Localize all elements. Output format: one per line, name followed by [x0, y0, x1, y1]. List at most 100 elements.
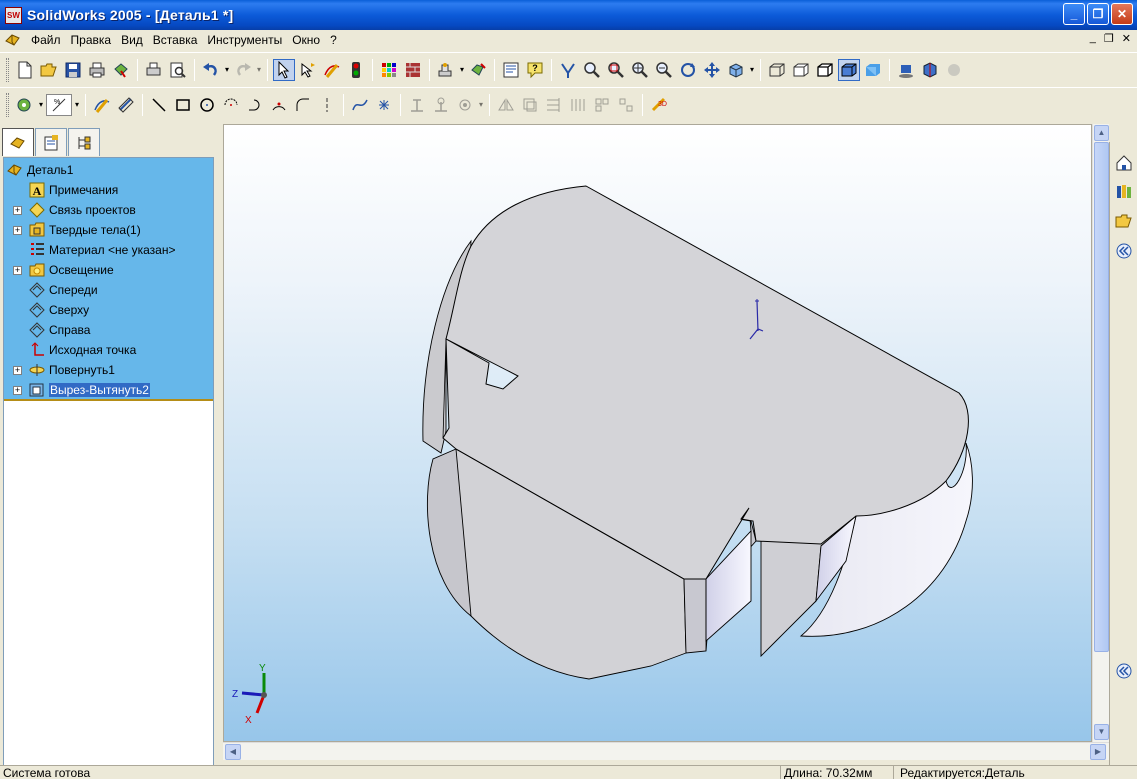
color-icon[interactable] [378, 59, 400, 81]
scroll-thumb[interactable] [1094, 142, 1109, 652]
linear-pattern-icon[interactable] [591, 94, 613, 116]
tree-item-lighting[interactable]: + Освещение [4, 260, 213, 280]
vertical-scrollbar[interactable]: ▲ ▼ [1092, 124, 1109, 742]
menu-window[interactable]: Окно [287, 30, 325, 50]
menu-insert[interactable]: Вставка [148, 30, 203, 50]
help-icon[interactable]: ? [524, 59, 546, 81]
shaded-with-edges-icon[interactable] [838, 58, 861, 81]
shaded-icon[interactable] [862, 59, 884, 81]
toolbar-grip[interactable] [6, 57, 9, 82]
fillet-icon[interactable] [292, 94, 314, 116]
document-menu-icon[interactable] [4, 32, 22, 48]
maximize-button[interactable]: ❐ [1087, 3, 1109, 25]
scroll-right-button[interactable]: ▶ [1090, 744, 1106, 760]
tree-item-material[interactable]: Материал <не указан> [4, 240, 213, 260]
trim-icon[interactable] [519, 94, 541, 116]
rebuild-icon[interactable] [110, 59, 132, 81]
close-button[interactable]: ✕ [1111, 3, 1133, 25]
shadow-icon[interactable] [895, 59, 917, 81]
expand-icon[interactable]: + [13, 205, 22, 215]
smart-select-icon[interactable] [297, 59, 319, 81]
expand-icon[interactable]: + [13, 365, 22, 375]
properties-icon[interactable] [500, 59, 522, 81]
tree-item-design-binder[interactable]: + Связь проектов [4, 200, 213, 220]
redo-icon[interactable] [232, 59, 254, 81]
tree-item-top-plane[interactable]: Сверху [4, 300, 213, 320]
tree-item-origin[interactable]: Исходная точка [4, 340, 213, 360]
expand-icon[interactable]: + [13, 225, 22, 235]
graphics-area[interactable]: Y Z X [223, 124, 1092, 742]
zoom-to-fit-icon[interactable] [581, 59, 603, 81]
new-icon[interactable] [14, 59, 36, 81]
centerline-icon[interactable] [316, 94, 338, 116]
doc-restore-button[interactable]: ❐ [1104, 32, 1114, 45]
options-icon[interactable] [435, 59, 457, 81]
offset-icon[interactable] [567, 94, 589, 116]
center-arc-icon[interactable] [220, 94, 242, 116]
sketch-icon[interactable] [91, 94, 113, 116]
zoom-area-icon[interactable] [605, 59, 627, 81]
zoom-selection-icon[interactable] [653, 59, 675, 81]
menu-tools[interactable]: Инструменты [202, 30, 287, 50]
traffic-light-icon[interactable] [345, 59, 367, 81]
circular-pattern-icon[interactable] [615, 94, 637, 116]
title-bar[interactable]: SW SolidWorks 2005 - [Деталь1 *] _ ❐ ✕ [0, 0, 1137, 30]
tree-item-part[interactable]: Деталь1 [4, 160, 213, 180]
display-relations-icon[interactable] [430, 94, 452, 116]
feature-tree-tab[interactable] [2, 128, 34, 156]
collapse-icon[interactable] [1113, 240, 1135, 262]
file-explorer-icon[interactable] [1113, 210, 1135, 232]
menu-view[interactable]: Вид [116, 30, 148, 50]
zoom-in-out-icon[interactable] [629, 59, 651, 81]
undo-icon[interactable] [200, 59, 222, 81]
model-view[interactable]: Y Z X [224, 125, 1092, 742]
scroll-up-button[interactable]: ▲ [1094, 125, 1109, 141]
print-preview-icon[interactable] [143, 59, 165, 81]
view-orientation-icon[interactable] [725, 59, 747, 81]
menu-edit[interactable]: Правка [66, 30, 117, 50]
tree-item-cut-extrude[interactable]: + Вырез-Вытянуть2 [4, 380, 213, 400]
rotate-icon[interactable] [677, 59, 699, 81]
reload-icon[interactable] [467, 59, 489, 81]
expand-icon[interactable]: + [13, 385, 22, 395]
section-view-icon[interactable] [919, 59, 941, 81]
scroll-left-button[interactable]: ◀ [225, 744, 241, 760]
expand-icon[interactable] [1113, 660, 1135, 682]
pan-icon[interactable] [701, 59, 723, 81]
doc-close-button[interactable]: ✕ [1122, 32, 1131, 45]
texture-icon[interactable] [402, 59, 424, 81]
open-icon[interactable] [38, 59, 60, 81]
resources-icon[interactable] [1113, 152, 1135, 174]
spline-icon[interactable] [349, 94, 371, 116]
dimension-icon[interactable] [115, 94, 137, 116]
configuration-manager-tab[interactable] [68, 128, 100, 156]
tree-item-revolve[interactable]: + Повернуть1 [4, 360, 213, 380]
perspective-icon[interactable] [943, 59, 965, 81]
design-library-icon[interactable] [1113, 180, 1135, 202]
property-manager-tab[interactable] [35, 128, 67, 156]
hidden-lines-removed-icon[interactable] [814, 59, 836, 81]
hidden-lines-visible-icon[interactable] [790, 59, 812, 81]
extend-icon[interactable] [543, 94, 565, 116]
circle-icon[interactable] [196, 94, 218, 116]
tree-item-right-plane[interactable]: Справа [4, 320, 213, 340]
solidworks-app-icon[interactable]: SW [5, 6, 22, 24]
rapid-sketch-icon[interactable]: 3D [648, 94, 670, 116]
tangent-arc-icon[interactable] [244, 94, 266, 116]
minimize-button[interactable]: _ [1063, 3, 1085, 25]
menu-help[interactable]: ? [325, 30, 342, 50]
view-selector-icon[interactable] [557, 59, 579, 81]
rectangle-icon[interactable] [172, 94, 194, 116]
wireframe-icon[interactable] [766, 59, 788, 81]
point-icon[interactable] [373, 94, 395, 116]
horizontal-scrollbar[interactable]: ◀ ▶ [223, 742, 1109, 760]
menu-file[interactable]: Файл [26, 30, 66, 50]
tree-item-front-plane[interactable]: Спереди [4, 280, 213, 300]
line-icon[interactable] [148, 94, 170, 116]
convert-entities-icon[interactable] [454, 94, 476, 116]
doc-minimize-button[interactable]: _ [1090, 32, 1096, 45]
sketch-icon[interactable] [321, 59, 343, 81]
add-relation-icon[interactable] [406, 94, 428, 116]
smart-dimension-icon[interactable]: % [46, 93, 73, 116]
mirror-icon[interactable] [495, 94, 517, 116]
